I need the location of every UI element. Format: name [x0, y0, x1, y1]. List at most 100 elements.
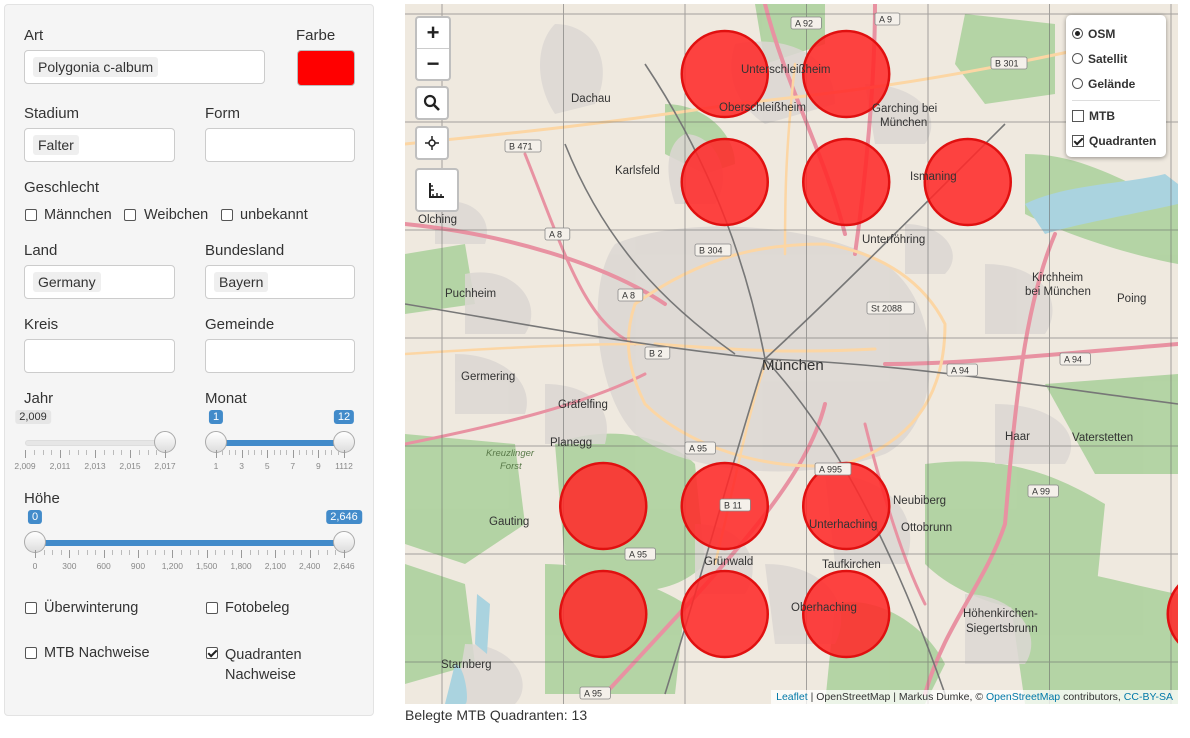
quadranten-nachweise-label: Quadranten Nachweise [225, 645, 302, 685]
overlay-quadranten[interactable]: Quadranten [1072, 128, 1160, 153]
place-taufkirchen: Taufkirchen [822, 559, 881, 571]
jahr-slider-tick [95, 450, 96, 458]
monat-slider-tick [286, 450, 288, 455]
jahr-slider-tick-label: 2,013 [84, 461, 106, 471]
svg-text:A 995: A 995 [819, 465, 842, 475]
hoehe-slider-tick-label: 1,200 [161, 561, 183, 571]
hoehe-slider-bubble-from: 0 [27, 510, 43, 524]
layer-gelaende[interactable]: Gelände [1072, 71, 1160, 96]
form-select[interactable] [205, 128, 355, 162]
hoehe-slider-tick-label: 0 [32, 561, 38, 571]
svg-text:A 99: A 99 [1032, 487, 1050, 497]
layer-osm[interactable]: OSM [1072, 21, 1160, 46]
layer-satellit-radio[interactable] [1072, 53, 1083, 64]
license-link[interactable]: CC-BY-SA [1124, 691, 1173, 703]
place-garching-2: München [880, 117, 927, 129]
monat-slider[interactable]: 1 12 1 3 5 7 9 1112 [205, 410, 355, 471]
zoom-out-button[interactable]: − [417, 48, 449, 79]
quadrant-marker[interactable] [802, 137, 891, 227]
hoehe-slider-tick-label: 600 [96, 561, 111, 571]
hoehe-label: Höhe [24, 490, 60, 507]
mtb-nachweise-checkbox[interactable] [25, 647, 37, 659]
place-haar: Haar [1005, 431, 1030, 443]
place-dachau: Dachau [571, 93, 611, 105]
layer-satellit[interactable]: Satellit [1072, 46, 1160, 71]
land-selected-value: Germany [33, 272, 101, 292]
quadrant-marker[interactable] [559, 569, 648, 659]
kreis-select[interactable] [24, 339, 175, 373]
quadrant-marker[interactable] [802, 569, 891, 659]
search-button[interactable] [415, 86, 449, 120]
hoehe-slider-tick [266, 550, 268, 555]
quadrant-marker[interactable] [680, 137, 769, 227]
ueberwinterung-checkbox[interactable] [25, 602, 37, 614]
hoehe-slider-tick [60, 550, 62, 555]
overlay-quadranten-checkbox[interactable] [1072, 134, 1084, 147]
zoom-in-button[interactable]: + [417, 18, 449, 48]
place-neubiberg: Neubiberg [893, 495, 946, 507]
road-shield: A 99 [1027, 484, 1059, 498]
place-starnberg: Starnberg [441, 659, 492, 671]
measure-icon [429, 183, 444, 198]
filter-panel: Art Polygonia c-album Farbe Stadium Falt… [4, 4, 374, 716]
hoehe-slider-fill [35, 540, 344, 546]
monat-slider-tick [292, 450, 294, 458]
monat-slider-tick [260, 450, 262, 455]
measure-button[interactable] [415, 168, 459, 212]
hoehe-slider-tick [241, 550, 242, 558]
jahr-slider[interactable]: 2,009 2,009 2,011 2,013 2,015 2,017 [14, 410, 176, 471]
place-oberschleissheim: Oberschleißheim [719, 102, 806, 114]
map-view[interactable]: München Unterschleißheim Oberschleißheim… [405, 4, 1178, 704]
hoehe-slider-tick [138, 550, 139, 558]
road-shield: B 11 [719, 498, 751, 512]
layer-gelaende-radio[interactable] [1072, 78, 1083, 89]
overlay-mtb[interactable]: MTB [1072, 103, 1160, 128]
place-hoehenkirchen-2: Siegertsbrunn [966, 623, 1038, 635]
jahr-slider-tick [33, 450, 35, 455]
jahr-slider-tick [156, 450, 158, 455]
svg-text:A 92: A 92 [795, 19, 813, 29]
color-picker[interactable] [297, 50, 355, 86]
svg-text:A 9: A 9 [879, 15, 892, 25]
hoehe-slider-tick [335, 550, 337, 555]
jahr-slider-tick [25, 450, 26, 458]
jahr-slider-tick [130, 450, 131, 458]
overlay-mtb-checkbox[interactable] [1072, 109, 1084, 122]
land-select[interactable]: Germany [24, 265, 175, 299]
hoehe-slider-tick [198, 550, 200, 555]
quadrant-marker[interactable] [559, 461, 648, 551]
layer-osm-radio[interactable] [1072, 28, 1083, 39]
place-puchheim: Puchheim [445, 288, 496, 300]
leaflet-link[interactable]: Leaflet [776, 691, 808, 703]
zoom-control: + − [415, 16, 451, 81]
road-shield: A 8 [617, 288, 644, 302]
bundesland-select[interactable]: Bayern [205, 265, 355, 299]
maennchen-checkbox[interactable] [25, 209, 37, 221]
road-shield: B 301 [990, 56, 1028, 70]
gemeinde-select[interactable] [205, 339, 355, 373]
jahr-slider-tick [51, 450, 53, 455]
hoehe-slider-tick [232, 550, 234, 555]
svg-text:A 94: A 94 [1064, 355, 1082, 365]
locate-button[interactable] [415, 126, 449, 160]
stadium-select[interactable]: Falter [24, 128, 175, 162]
jahr-slider-tick [77, 450, 79, 455]
osm-link[interactable]: OpenStreetMap [986, 691, 1060, 703]
monat-slider-tick-label: 1 [213, 461, 219, 471]
jahr-slider-track[interactable] [25, 440, 165, 446]
map-attribution: Leaflet | OpenStreetMap | Markus Dumke, … [771, 690, 1178, 704]
quadrant-marker[interactable] [802, 461, 891, 551]
jahr-label: Jahr [24, 390, 54, 407]
hoehe-slider[interactable]: 0 2,646 0 300 600 900 1,200 1,500 1,800 2,100 2,40… [24, 510, 362, 571]
hoehe-slider-tick-label: 2,100 [264, 561, 286, 571]
fotobeleg-checkbox[interactable] [206, 602, 218, 614]
place-oberhaching: Oberhaching [791, 602, 857, 614]
place-unterschleissheim: Unterschleißheim [741, 64, 830, 76]
monat-slider-tick-label: 1112 [335, 461, 353, 471]
art-select[interactable]: Polygonia c-album [24, 50, 265, 84]
quadrant-marker[interactable] [680, 569, 769, 659]
quadranten-nachweise-checkbox[interactable] [206, 647, 218, 659]
place-germering: Germering [461, 371, 515, 383]
unbekannt-checkbox[interactable] [221, 209, 233, 221]
weibchen-checkbox[interactable] [124, 209, 136, 221]
